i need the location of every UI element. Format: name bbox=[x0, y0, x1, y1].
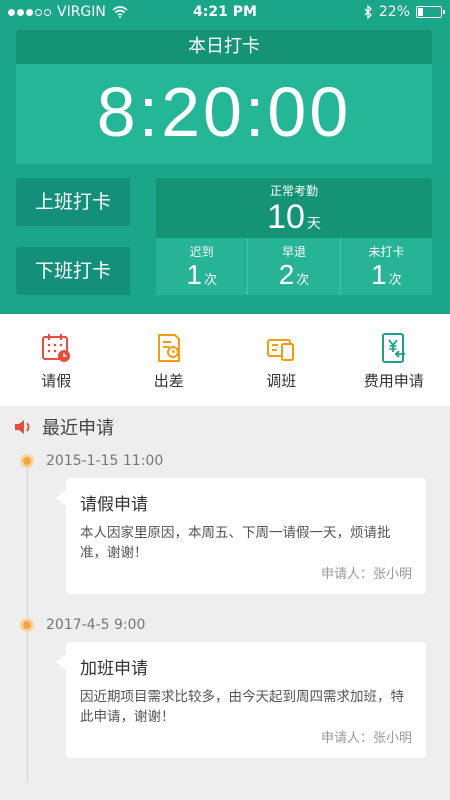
stat-missed-punch-unit: 次 bbox=[388, 273, 402, 288]
application-body: 本人因家里原因，本周五、下周一请假一天，烦请批准，谢谢！ bbox=[80, 525, 391, 561]
action-business-trip-label: 出差 bbox=[153, 372, 184, 390]
normal-attendance-unit: 天 bbox=[306, 216, 321, 232]
action-shift-swap-label: 调班 bbox=[266, 372, 297, 390]
action-leave[interactable]: 请假 bbox=[0, 314, 113, 406]
expense-icon bbox=[381, 333, 405, 363]
normal-attendance-label: 正常考勤 bbox=[269, 184, 318, 198]
application-body: 因近期项目需求比较多，由今天起到周四需求加班，特此申请，谢谢！ bbox=[80, 689, 404, 725]
action-expense-request-label: 费用申请 bbox=[363, 372, 424, 390]
trip-document-icon bbox=[157, 334, 180, 362]
stat-missed-punch-value: 1 bbox=[371, 259, 387, 290]
speaker-icon bbox=[15, 420, 30, 434]
stat-late-value: 1 bbox=[186, 259, 202, 290]
application-date: 2015-1-15 11:00 bbox=[46, 453, 164, 469]
header-panel: VIRGIN 4:21 PM 22% 本日打卡 8:20:00 上班打卡 下班打… bbox=[0, 0, 450, 314]
stat-early-leave-unit: 次 bbox=[296, 273, 310, 288]
stat-early-leave-label: 早退 bbox=[281, 245, 306, 259]
timeline-node bbox=[20, 618, 34, 632]
battery-percent: 22% bbox=[378, 4, 410, 20]
application-applicant: 申请人：张小明 bbox=[320, 731, 412, 746]
application-card-leave[interactable]: 请假申请 本人因家里原因，本周五、下周一请假一天，烦请批准，谢谢！ 申请人：张小… bbox=[56, 478, 426, 594]
action-shift-swap[interactable]: 调班 bbox=[225, 314, 338, 406]
clock-time: 8:20:00 bbox=[96, 73, 352, 151]
clock-title: 本日打卡 bbox=[16, 30, 432, 64]
application-title: 加班申请 bbox=[80, 659, 148, 679]
recent-applications-header: 最近申请 bbox=[14, 412, 114, 442]
application-applicant: 申请人：张小明 bbox=[320, 567, 412, 582]
action-leave-label: 请假 bbox=[41, 372, 72, 390]
application-card-overtime[interactable]: 加班申请 因近期项目需求比较多，由今天起到周四需求加班，特此申请，谢谢！ 申请人… bbox=[56, 642, 426, 758]
clock-out-button[interactable]: 下班打卡 bbox=[16, 247, 130, 295]
recent-applications-title: 最近申请 bbox=[42, 418, 114, 439]
stat-late: 迟到 1次 bbox=[156, 238, 249, 295]
status-bar: VIRGIN 4:21 PM 22% bbox=[0, 0, 450, 26]
attendance-stats: 正常考勤 10 天 迟到 1次 早退 2次 未打卡 1次 bbox=[156, 178, 432, 295]
stat-late-label: 迟到 bbox=[189, 245, 214, 259]
clock-in-button[interactable]: 上班打卡 bbox=[16, 178, 130, 226]
action-bar: 请假 出差 调班 费用申请 bbox=[0, 314, 450, 406]
application-title: 请假申请 bbox=[80, 495, 148, 515]
battery-icon bbox=[416, 6, 445, 18]
timeline-node bbox=[20, 454, 34, 468]
stat-late-unit: 次 bbox=[203, 273, 217, 288]
normal-attendance: 正常考勤 10 天 bbox=[156, 178, 432, 238]
stat-early-leave-value: 2 bbox=[278, 259, 295, 290]
action-expense-request[interactable]: 费用申请 bbox=[338, 314, 450, 406]
application-date: 2017-4-5 9:00 bbox=[46, 617, 146, 633]
action-business-trip[interactable]: 出差 bbox=[113, 314, 226, 406]
stat-missed-punch-label: 未打卡 bbox=[368, 245, 405, 259]
normal-attendance-value: 10 bbox=[267, 198, 305, 236]
stat-missed-punch: 未打卡 1次 bbox=[341, 238, 432, 295]
stat-early-leave: 早退 2次 bbox=[248, 238, 341, 295]
bluetooth-icon bbox=[364, 5, 372, 19]
clock-card: 本日打卡 8:20:00 bbox=[16, 30, 432, 164]
shift-swap-icon bbox=[267, 339, 295, 361]
calendar-icon bbox=[42, 334, 71, 362]
